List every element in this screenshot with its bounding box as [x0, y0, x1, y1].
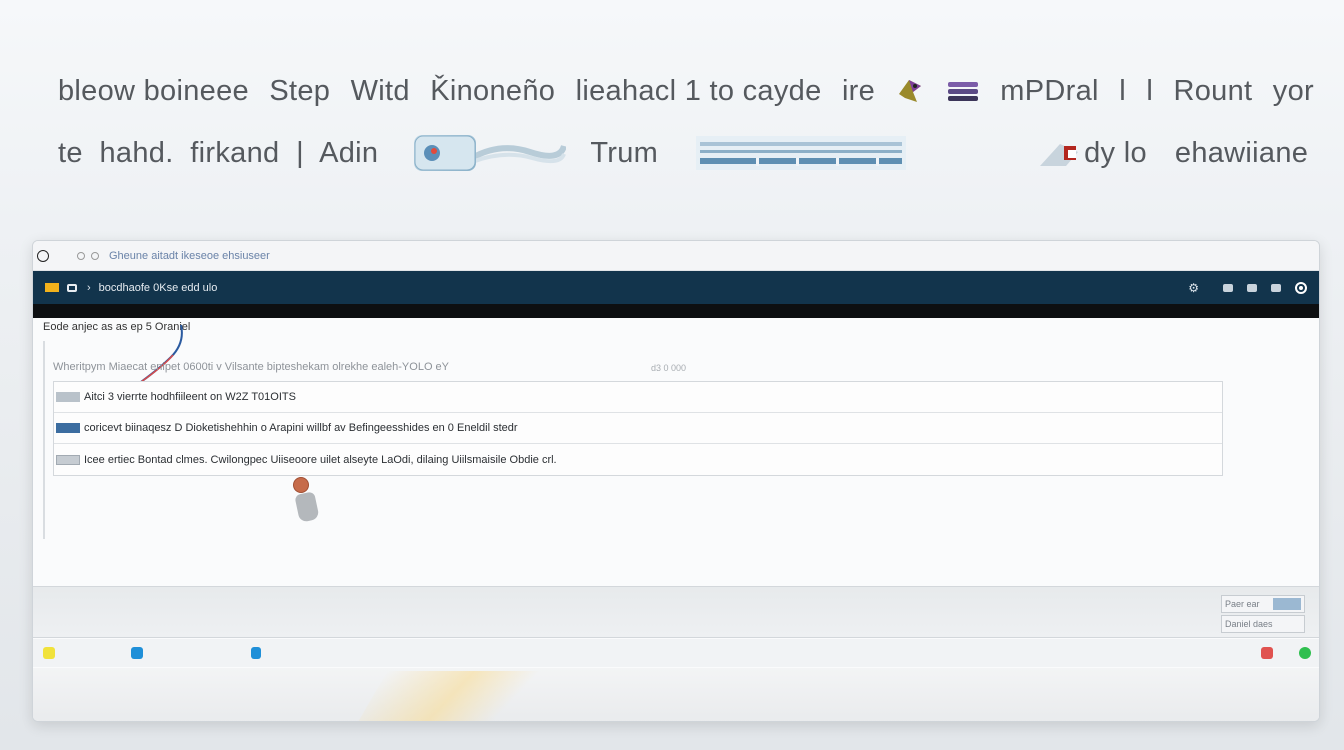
item-label: coricevt biinaqesz D Dioketishehhin o Ar… [84, 422, 518, 434]
heading-word: yor [1272, 74, 1314, 107]
yellow-status-icon[interactable] [43, 647, 55, 659]
heading-word: Witd [350, 74, 410, 107]
app-window: Gheune aitadt ikeseoe ehsiuseer › bocdha… [32, 240, 1320, 722]
item-icon [56, 454, 80, 465]
lower-toolbar: Paer ear Daniel daes [33, 586, 1319, 638]
maximize-icon[interactable] [91, 251, 99, 260]
page-heading: bleow boineee Step Witd Ǩinoneño lieahac… [58, 66, 1314, 178]
heading-segment: dy lo [1084, 136, 1147, 169]
cursor-pointer-icon [294, 478, 308, 492]
toolbar-strip [33, 304, 1319, 318]
eye-icon[interactable] [1295, 281, 1307, 294]
mini-field-2-label: Daniel daes [1225, 619, 1273, 629]
menu-icon[interactable] [1271, 283, 1281, 292]
heading-segment: te hahd. firkand | Adin [58, 136, 379, 169]
item-icon [56, 423, 80, 433]
panel-hint-right: d3 0 000 [651, 363, 687, 373]
list-view-icon[interactable] [1247, 283, 1257, 292]
red-status-icon[interactable] [1261, 647, 1273, 659]
heading-word: Ǩinoneño [430, 74, 556, 107]
bars-icon [696, 136, 907, 170]
mini-field-tag [1273, 598, 1301, 610]
bird-icon [895, 76, 925, 106]
nav-bar: › bocdhaofe 0Kse edd ulo ⚙ [33, 271, 1319, 304]
stack-icon [946, 79, 980, 103]
blue-status-icon[interactable] [131, 647, 143, 659]
heading-word: bleow boineee [58, 74, 249, 107]
heading-line-2: te hahd. firkand | Adin Trum dy lo ehawi… [58, 128, 1314, 178]
wave-icon [470, 138, 568, 168]
heading-word: l [1119, 74, 1126, 107]
logo-icon[interactable] [45, 283, 59, 292]
window-title: Gheune aitadt ikeseoe ehsiuseer [109, 249, 270, 262]
heading-word: lieahacl 1 to cayde [575, 74, 822, 107]
heading-segment: Trum [590, 136, 659, 169]
settings-icon[interactable]: ⚙ [1188, 281, 1199, 295]
green-status-icon[interactable] [1299, 647, 1311, 659]
footer-area [33, 668, 1319, 721]
item-label: Icee ertiec Bontad clmes. Cwilongpec Uii… [84, 453, 557, 466]
nav-actions: ⚙ [1188, 281, 1307, 295]
chevron-right-icon: › [87, 281, 91, 294]
item-label: Aitci 3 vierrte hodhfiileent on W2Z T01O… [84, 391, 296, 403]
item-list: Aitci 3 vierrte hodhfiileent on W2Z T01O… [53, 381, 1223, 476]
heading-word: ire [841, 74, 876, 107]
grid-view-icon[interactable] [1223, 283, 1233, 292]
list-item[interactable]: Aitci 3 vierrte hodhfiileent on W2Z T01O… [54, 382, 1222, 413]
close-icon[interactable] [37, 249, 49, 262]
mini-field-1-label: Paer ear [1225, 599, 1260, 609]
heading-word: Step [269, 74, 331, 107]
heading-line-1: bleow boineee Step Witd Ǩinoneño lieahac… [58, 66, 1314, 116]
glare-decoration [358, 671, 588, 721]
nav-path[interactable]: bocdhaofe 0Kse edd ulo [99, 282, 218, 294]
heading-word: mPDral [1000, 74, 1099, 107]
blue-pin-icon[interactable] [251, 647, 261, 659]
flag-icon [1038, 138, 1084, 168]
heading-segment: ehawiiane [1174, 136, 1309, 169]
heading-word: Rount [1173, 74, 1253, 107]
screen-icon [414, 135, 477, 171]
list-item[interactable]: Icee ertiec Bontad clmes. Cwilongpec Uii… [54, 444, 1222, 475]
status-bar [33, 639, 1319, 667]
list-item[interactable]: coricevt biinaqesz D Dioketishehhin o Ar… [54, 413, 1222, 444]
mini-field-2[interactable]: Daniel daes [1221, 615, 1305, 633]
minimize-icon[interactable] [77, 251, 85, 260]
heading-word: l [1146, 74, 1154, 107]
title-bar: Gheune aitadt ikeseoe ehsiuseer [33, 241, 1319, 271]
home-icon[interactable] [67, 283, 77, 292]
grid-icon [928, 134, 1036, 172]
panel-hint: Wheritpym Miaecat enipet 0600ti v Vilsan… [53, 361, 450, 373]
mini-field-1[interactable]: Paer ear [1221, 595, 1305, 613]
item-icon [56, 392, 80, 402]
content-panel: Wheritpym Miaecat enipet 0600ti v Vilsan… [43, 341, 1309, 539]
